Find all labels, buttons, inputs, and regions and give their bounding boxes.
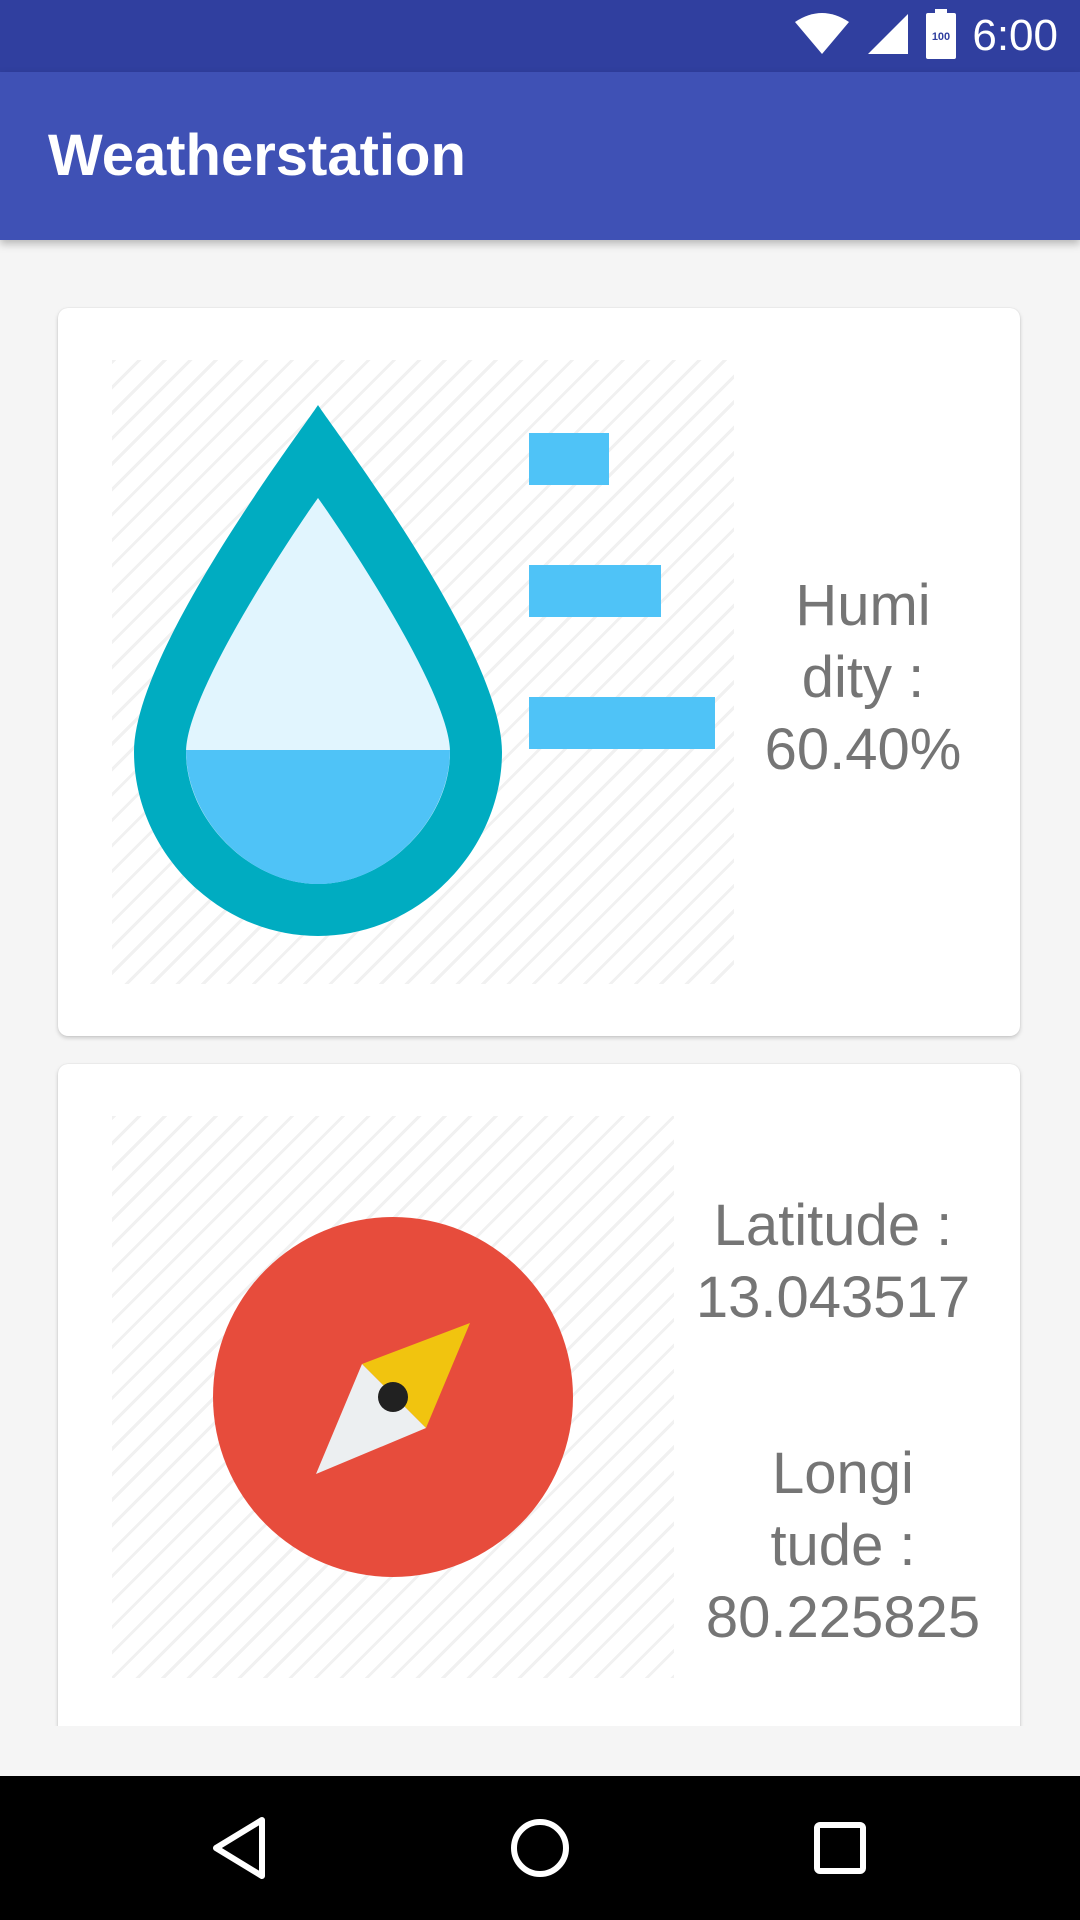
battery-icon: 100 <box>926 8 957 64</box>
latitude-value: 13.043517 <box>695 1265 971 1330</box>
longitude-label-line1: Longi <box>772 1441 914 1506</box>
compass-icon <box>213 1217 573 1577</box>
back-button[interactable] <box>180 1776 300 1920</box>
home-button[interactable] <box>480 1776 600 1920</box>
water-drop-humidity-icon <box>134 405 715 936</box>
app-title: Weatherstation <box>48 123 466 188</box>
signal-icon <box>866 12 910 61</box>
status-bar: 100 6:00 <box>0 0 1080 72</box>
back-icon <box>213 1817 265 1879</box>
longitude-label-line2: tude : <box>770 1513 916 1578</box>
humidity-illustration <box>112 360 734 984</box>
status-time: 6:00 <box>972 11 1058 60</box>
home-icon <box>511 1819 569 1877</box>
humidity-card: Humi dity : 60.40% <box>58 308 1020 1036</box>
humidity-label-line1: Humi <box>795 573 931 638</box>
humidity-label-line2: dity : <box>801 645 925 710</box>
longitude-value: 80.225825 <box>705 1585 981 1650</box>
recents-button[interactable] <box>780 1776 900 1920</box>
battery-level: 100 <box>932 31 950 43</box>
location-card: Latitude : 13.043517 Longi tude : 80.225… <box>58 1064 1020 1726</box>
compass-illustration <box>112 1116 674 1678</box>
wifi-icon <box>794 12 850 61</box>
humidity-readout: Humi dity : 60.40% <box>728 570 998 786</box>
longitude-readout: Longi tude : 80.225825 <box>678 1438 1008 1654</box>
navigation-bar <box>0 1776 1080 1920</box>
latitude-readout: Latitude : 13.043517 <box>668 1190 998 1334</box>
status-icons: 100 6:00 <box>794 0 1058 72</box>
humidity-value: 60.40% <box>764 717 962 782</box>
content-area[interactable]: Humi dity : 60.40% Latitude : 13.043517 … <box>0 240 1080 1726</box>
recents-icon <box>814 1822 866 1874</box>
latitude-label: Latitude : <box>713 1193 953 1258</box>
app-bar: Weatherstation <box>0 72 1080 240</box>
